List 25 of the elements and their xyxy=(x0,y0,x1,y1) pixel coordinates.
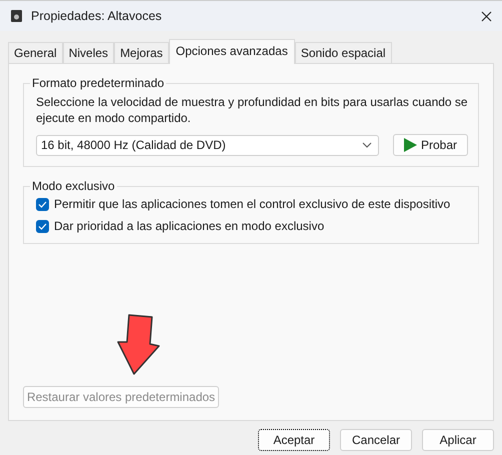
checkbox-option[interactable]: Permitir que las aplicaciones tomen el control exclusivo de este dispositivo xyxy=(36,197,468,211)
test-button[interactable]: Probar xyxy=(392,134,468,156)
window-title: Propiedades: Altavoces xyxy=(31,9,163,23)
group-title: Formato predeterminado xyxy=(31,76,166,90)
checkmark-icon xyxy=(38,222,47,230)
tab[interactable]: Mejoras xyxy=(114,42,169,64)
description-text: Seleccione la velocidad de muestra y profundidad en bits para usarlas cuando se ejecute en modo compartido. xyxy=(36,94,468,126)
format-dropdown[interactable]: 16 bit, 48000 Hz (Calidad de DVD) xyxy=(36,134,379,156)
dialog-button[interactable]: Cancelar xyxy=(340,429,412,451)
checkmark-icon xyxy=(38,200,47,208)
checkbox-option[interactable]: Dar prioridad a las aplicaciones en modo exclusivo xyxy=(36,219,468,233)
checkbox[interactable] xyxy=(36,220,49,232)
dialog-button[interactable]: Aplicar xyxy=(422,429,494,451)
tab[interactable]: Sonido espacial xyxy=(294,42,392,64)
play-icon xyxy=(404,138,417,152)
chevron-icon xyxy=(362,142,372,148)
group-title: Modo exclusivo xyxy=(31,179,116,193)
dialog-button[interactable]: Aceptar xyxy=(258,429,330,451)
tab[interactable]: Niveles xyxy=(62,42,114,64)
speaker-icon xyxy=(10,9,23,23)
checkbox[interactable] xyxy=(36,198,49,210)
tab[interactable]: General xyxy=(8,42,63,64)
close-icon[interactable] xyxy=(481,10,492,22)
arrow-icon xyxy=(115,314,161,376)
tab[interactable]: Opciones avanzadas xyxy=(168,39,295,64)
